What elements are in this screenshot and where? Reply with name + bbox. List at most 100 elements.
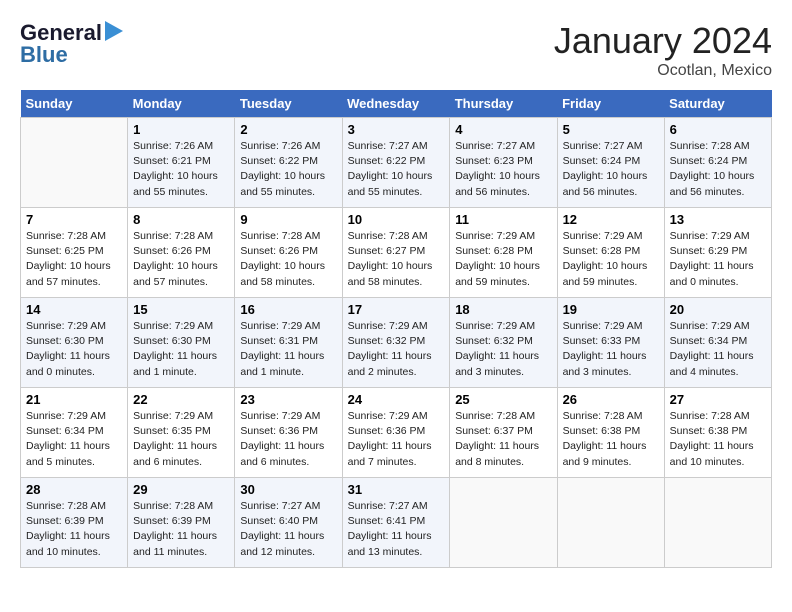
header-day-friday: Friday	[557, 90, 664, 118]
header-day-wednesday: Wednesday	[342, 90, 450, 118]
day-number: 11	[455, 212, 551, 227]
calendar-cell: 28 Sunrise: 7:28 AM Sunset: 6:39 PM Dayli…	[21, 478, 128, 568]
header-day-thursday: Thursday	[450, 90, 557, 118]
day-info: Sunrise: 7:29 AM Sunset: 6:34 PM Dayligh…	[26, 409, 122, 470]
calendar-cell: 26Sunrise: 7:28 AM Sunset: 6:38 PM Dayli…	[557, 388, 664, 478]
calendar-cell: 9 Sunrise: 7:28 AM Sunset: 6:26 PM Daylig…	[235, 208, 342, 298]
day-info: Sunrise: 7:29 AM Sunset: 6:36 PM Dayligh…	[348, 409, 445, 470]
day-info: Sunrise: 7:29 AM Sunset: 6:31 PM Dayligh…	[240, 319, 336, 380]
day-number: 10	[348, 212, 445, 227]
day-info: Sunrise: 7:29 AM Sunset: 6:36 PM Dayligh…	[240, 409, 336, 470]
day-number: 2	[240, 122, 336, 137]
calendar-cell: 19Sunrise: 7:29 AM Sunset: 6:33 PM Dayli…	[557, 298, 664, 388]
day-number: 17	[348, 302, 445, 317]
day-number: 12	[563, 212, 659, 227]
day-number: 21	[26, 392, 122, 407]
calendar-cell: 13Sunrise: 7:29 AM Sunset: 6:29 PM Dayli…	[664, 208, 771, 298]
day-number: 22	[133, 392, 229, 407]
calendar-cell	[450, 478, 557, 568]
day-info: Sunrise: 7:27 AM Sunset: 6:24 PM Dayligh…	[563, 139, 659, 200]
calendar-cell: 4Sunrise: 7:27 AM Sunset: 6:23 PM Daylig…	[450, 118, 557, 208]
day-info: Sunrise: 7:29 AM Sunset: 6:30 PM Dayligh…	[26, 319, 122, 380]
day-info: Sunrise: 7:28 AM Sunset: 6:25 PM Dayligh…	[26, 229, 122, 290]
header-day-monday: Monday	[128, 90, 235, 118]
calendar-cell: 12 Sunrise: 7:29 AM Sunset: 6:28 PM Dayli…	[557, 208, 664, 298]
day-number: 18	[455, 302, 551, 317]
day-number: 31	[348, 482, 445, 497]
calendar-cell: 8 Sunrise: 7:28 AM Sunset: 6:26 PM Daylig…	[128, 208, 235, 298]
calendar-cell: 15 Sunrise: 7:29 AM Sunset: 6:30 PM Dayli…	[128, 298, 235, 388]
day-number: 9	[240, 212, 336, 227]
day-info: Sunrise: 7:29 AM Sunset: 6:28 PM Dayligh…	[563, 229, 659, 290]
calendar-cell: 14 Sunrise: 7:29 AM Sunset: 6:30 PM Dayli…	[21, 298, 128, 388]
day-number: 19	[563, 302, 659, 317]
calendar-week-1: 1Sunrise: 7:26 AM Sunset: 6:21 PM Daylig…	[21, 118, 772, 208]
day-number: 30	[240, 482, 336, 497]
calendar-cell: 7 Sunrise: 7:28 AM Sunset: 6:25 PM Daylig…	[21, 208, 128, 298]
calendar-cell: 16 Sunrise: 7:29 AM Sunset: 6:31 PM Dayli…	[235, 298, 342, 388]
calendar-cell	[21, 118, 128, 208]
day-number: 29	[133, 482, 229, 497]
day-info: Sunrise: 7:29 AM Sunset: 6:32 PM Dayligh…	[455, 319, 551, 380]
day-info: Sunrise: 7:29 AM Sunset: 6:30 PM Dayligh…	[133, 319, 229, 380]
header-day-tuesday: Tuesday	[235, 90, 342, 118]
header-day-saturday: Saturday	[664, 90, 771, 118]
day-info: Sunrise: 7:29 AM Sunset: 6:32 PM Dayligh…	[348, 319, 445, 380]
day-number: 20	[670, 302, 766, 317]
calendar-cell: 2 Sunrise: 7:26 AM Sunset: 6:22 PM Daylig…	[235, 118, 342, 208]
day-info: Sunrise: 7:26 AM Sunset: 6:21 PM Dayligh…	[133, 139, 229, 200]
day-info: Sunrise: 7:29 AM Sunset: 6:34 PM Dayligh…	[670, 319, 766, 380]
day-info: Sunrise: 7:29 AM Sunset: 6:29 PM Dayligh…	[670, 229, 766, 290]
day-number: 27	[670, 392, 766, 407]
header-day-sunday: Sunday	[21, 90, 128, 118]
day-info: Sunrise: 7:28 AM Sunset: 6:27 PM Dayligh…	[348, 229, 445, 290]
calendar-header-row: SundayMondayTuesdayWednesdayThursdayFrid…	[21, 90, 772, 118]
calendar-cell: 24 Sunrise: 7:29 AM Sunset: 6:36 PM Dayli…	[342, 388, 450, 478]
calendar-cell: 6Sunrise: 7:28 AM Sunset: 6:24 PM Daylig…	[664, 118, 771, 208]
calendar-cell: 5 Sunrise: 7:27 AM Sunset: 6:24 PM Daylig…	[557, 118, 664, 208]
calendar-cell: 29 Sunrise: 7:28 AM Sunset: 6:39 PM Dayli…	[128, 478, 235, 568]
day-number: 23	[240, 392, 336, 407]
calendar-table: SundayMondayTuesdayWednesdayThursdayFrid…	[20, 90, 772, 568]
day-info: Sunrise: 7:29 AM Sunset: 6:35 PM Dayligh…	[133, 409, 229, 470]
calendar-cell: 27Sunrise: 7:28 AM Sunset: 6:38 PM Dayli…	[664, 388, 771, 478]
title-block: January 2024 Ocotlan, Mexico	[554, 20, 772, 80]
day-number: 25	[455, 392, 551, 407]
calendar-cell: 21 Sunrise: 7:29 AM Sunset: 6:34 PM Dayli…	[21, 388, 128, 478]
day-info: Sunrise: 7:27 AM Sunset: 6:41 PM Dayligh…	[348, 499, 445, 560]
logo-arrow-icon	[105, 21, 123, 46]
day-info: Sunrise: 7:28 AM Sunset: 6:24 PM Dayligh…	[670, 139, 766, 200]
day-number: 14	[26, 302, 122, 317]
day-info: Sunrise: 7:27 AM Sunset: 6:40 PM Dayligh…	[240, 499, 336, 560]
calendar-cell: 30 Sunrise: 7:27 AM Sunset: 6:40 PM Dayli…	[235, 478, 342, 568]
calendar-cell: 20 Sunrise: 7:29 AM Sunset: 6:34 PM Dayli…	[664, 298, 771, 388]
day-number: 7	[26, 212, 122, 227]
calendar-week-5: 28 Sunrise: 7:28 AM Sunset: 6:39 PM Dayli…	[21, 478, 772, 568]
page-header: General Blue January 2024 Ocotlan, Mexic…	[20, 20, 772, 80]
day-info: Sunrise: 7:28 AM Sunset: 6:26 PM Dayligh…	[240, 229, 336, 290]
day-info: Sunrise: 7:27 AM Sunset: 6:22 PM Dayligh…	[348, 139, 445, 200]
calendar-cell: 25 Sunrise: 7:28 AM Sunset: 6:37 PM Dayli…	[450, 388, 557, 478]
calendar-cell: 10 Sunrise: 7:28 AM Sunset: 6:27 PM Dayli…	[342, 208, 450, 298]
day-info: Sunrise: 7:27 AM Sunset: 6:23 PM Dayligh…	[455, 139, 551, 200]
day-info: Sunrise: 7:28 AM Sunset: 6:39 PM Dayligh…	[26, 499, 122, 560]
month-title: January 2024	[554, 20, 772, 62]
calendar-cell	[664, 478, 771, 568]
calendar-cell: 23 Sunrise: 7:29 AM Sunset: 6:36 PM Dayli…	[235, 388, 342, 478]
calendar-cell	[557, 478, 664, 568]
day-info: Sunrise: 7:28 AM Sunset: 6:37 PM Dayligh…	[455, 409, 551, 470]
day-info: Sunrise: 7:26 AM Sunset: 6:22 PM Dayligh…	[240, 139, 336, 200]
logo: General Blue	[20, 20, 123, 68]
day-info: Sunrise: 7:28 AM Sunset: 6:26 PM Dayligh…	[133, 229, 229, 290]
location: Ocotlan, Mexico	[554, 62, 772, 80]
day-number: 15	[133, 302, 229, 317]
calendar-week-2: 7 Sunrise: 7:28 AM Sunset: 6:25 PM Daylig…	[21, 208, 772, 298]
calendar-cell: 31 Sunrise: 7:27 AM Sunset: 6:41 PM Dayli…	[342, 478, 450, 568]
day-number: 28	[26, 482, 122, 497]
day-number: 5	[563, 122, 659, 137]
calendar-cell: 1Sunrise: 7:26 AM Sunset: 6:21 PM Daylig…	[128, 118, 235, 208]
day-number: 16	[240, 302, 336, 317]
day-info: Sunrise: 7:28 AM Sunset: 6:39 PM Dayligh…	[133, 499, 229, 560]
day-number: 24	[348, 392, 445, 407]
day-number: 8	[133, 212, 229, 227]
